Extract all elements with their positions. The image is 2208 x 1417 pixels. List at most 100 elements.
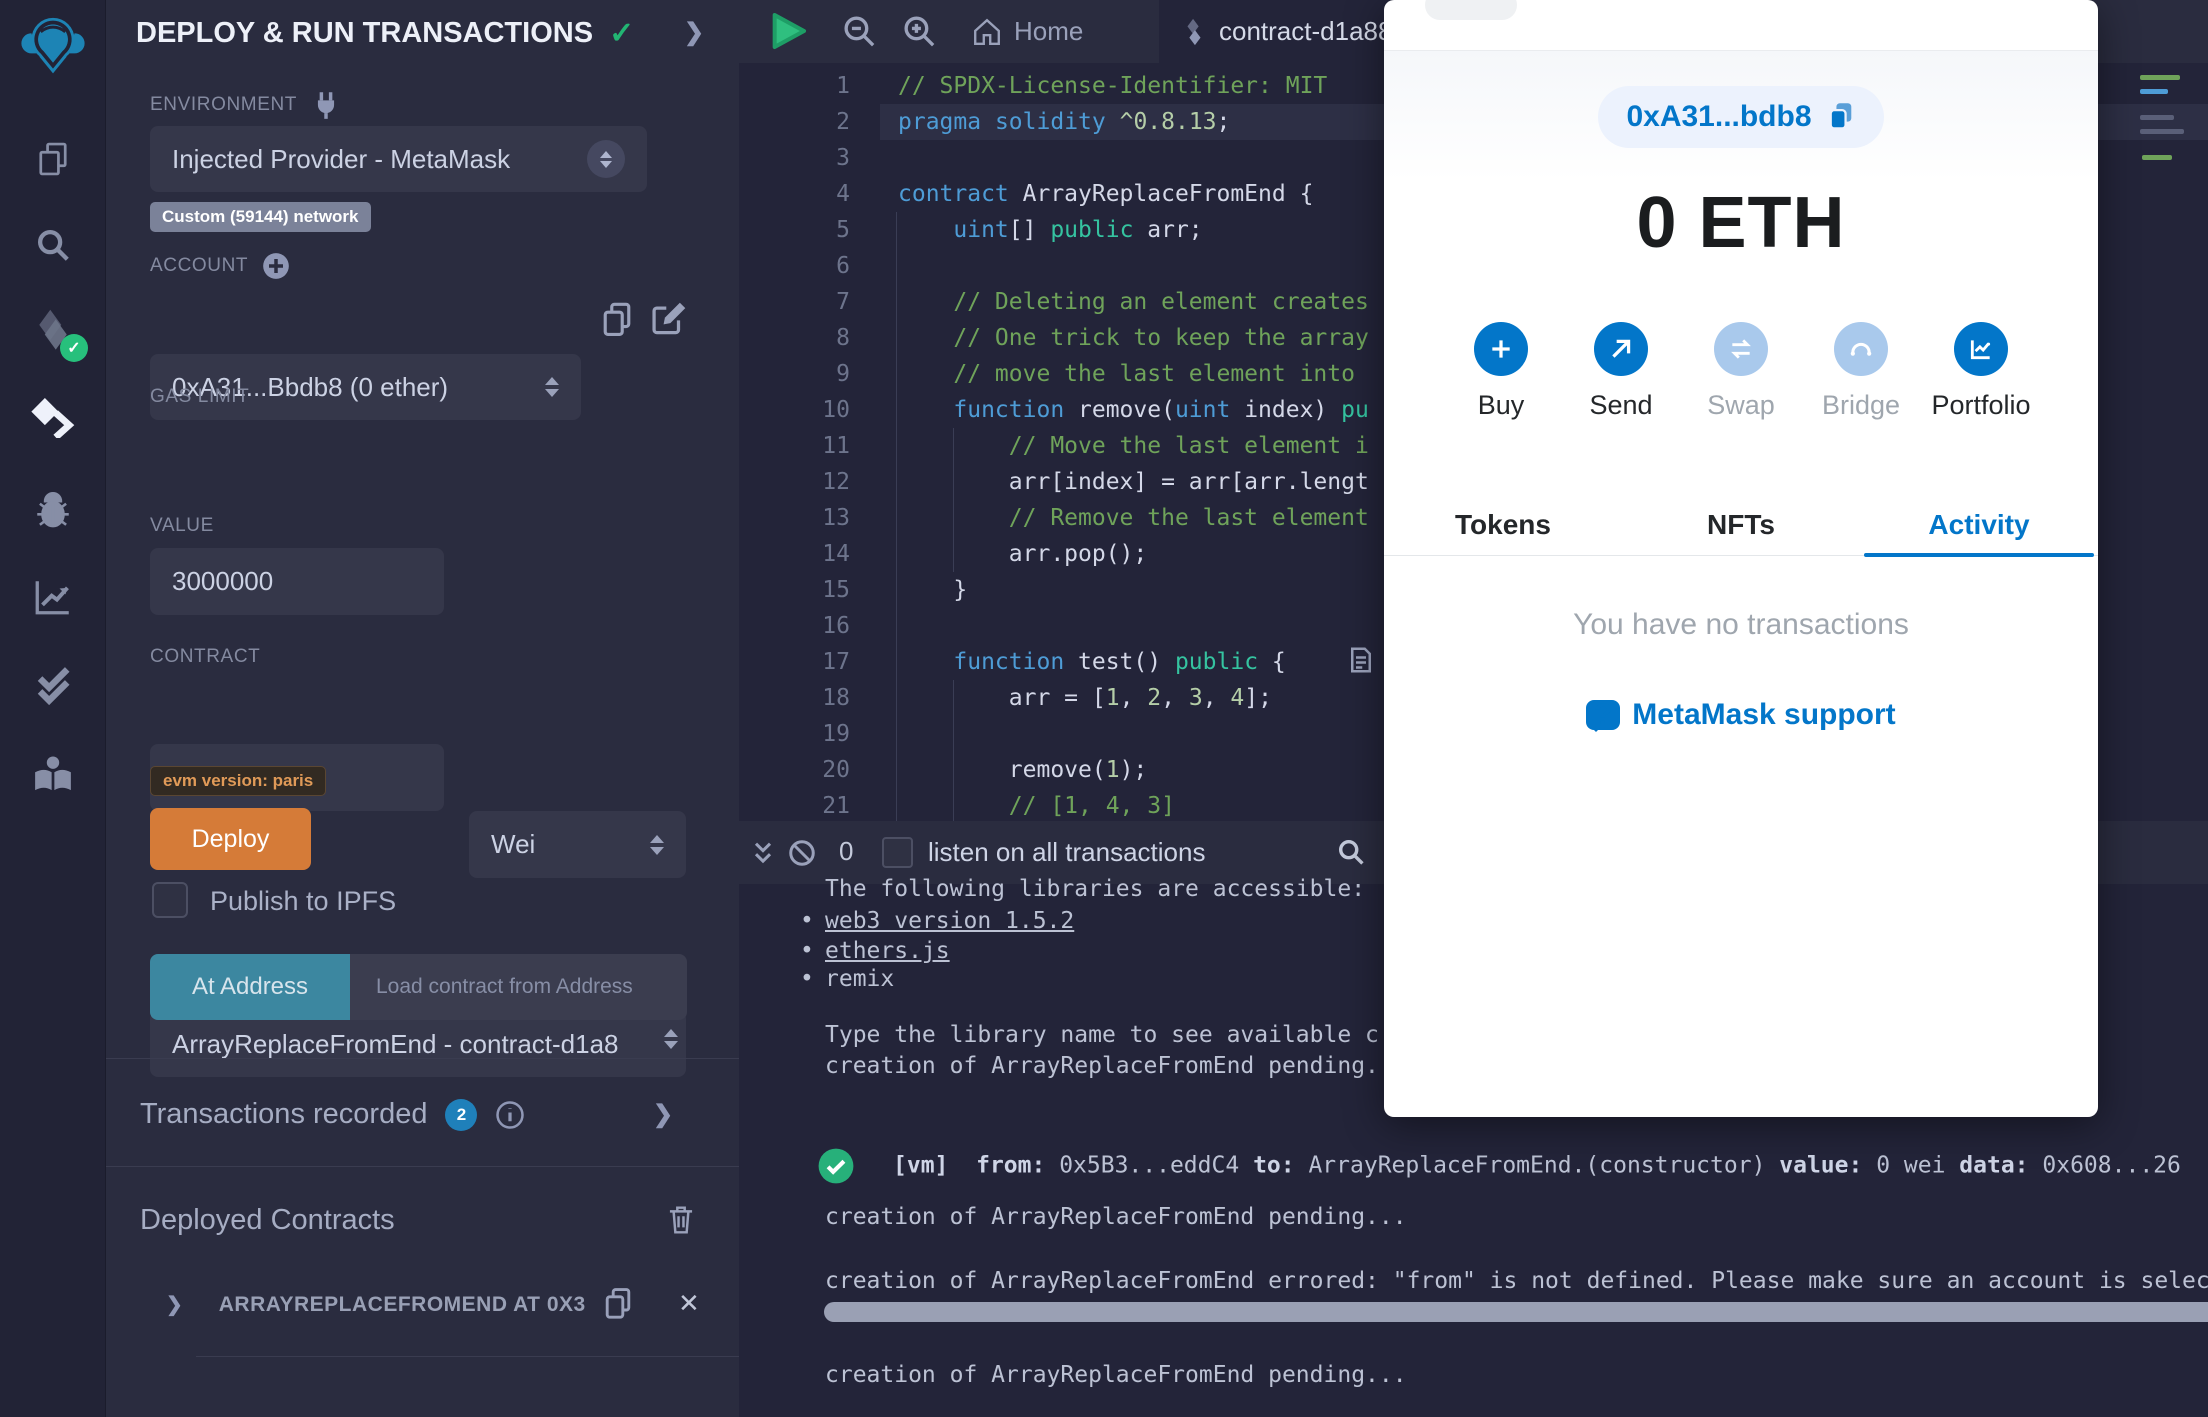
deployed-contracts-label: Deployed Contracts [140, 1204, 395, 1236]
bridge-icon [1834, 322, 1888, 376]
expand-terminal-icon[interactable] [749, 839, 777, 867]
transactions-recorded-row[interactable]: Transactions recorded 2 [140, 1098, 525, 1131]
evm-version-badge: evm version: paris [150, 766, 327, 796]
publish-ipfs-checkbox[interactable] [152, 882, 188, 918]
environment-label-row: ENVIRONMENT [150, 90, 341, 120]
debugger-icon[interactable] [0, 474, 106, 544]
copy-contract-address-icon[interactable] [602, 1286, 634, 1322]
info-circle-icon[interactable] [495, 1100, 525, 1130]
buy-button[interactable]: Buy [1447, 322, 1555, 421]
page-title: DEPLOY & RUN TRANSACTIONS [136, 17, 594, 49]
terminal-line: creation of ArrayReplaceFromEnd pending.… [825, 1204, 1407, 1230]
account-address: 0xA31...bdb8 [1626, 100, 1812, 133]
popup-header-divider [1384, 50, 2098, 51]
plus-icon [1474, 322, 1528, 376]
learneth-icon[interactable] [0, 740, 106, 810]
copy-account-icon[interactable] [600, 300, 634, 340]
metamask-popup: 0xA31...bdb8 0 ETH Buy Send Swap Bridge … [1384, 0, 2098, 1117]
network-badge: Custom (59144) network [150, 202, 371, 232]
metamask-support-link[interactable]: ? MetaMask support [1384, 698, 2098, 732]
send-button[interactable]: Send [1567, 322, 1675, 421]
deploy-button[interactable]: Deploy [150, 808, 311, 870]
trash-icon[interactable] [666, 1204, 696, 1236]
add-account-icon[interactable] [262, 252, 290, 280]
action-buttons-row: Buy Send Swap Bridge Portfolio [1384, 322, 2098, 421]
copy-address-icon[interactable] [1826, 101, 1856, 133]
at-address-input[interactable]: Load contract from Address [350, 954, 687, 1020]
portfolio-button[interactable]: Portfolio [1927, 322, 2035, 421]
pending-tx-count: 0 [839, 836, 854, 866]
file-tab-label: contract-d1a881 [1219, 16, 1407, 46]
success-check-icon [818, 1148, 854, 1184]
minimap-mark [2140, 75, 2180, 80]
zoom-in-icon[interactable] [901, 13, 937, 49]
deployed-contract-label: ARRAYREPLACEFROMEND AT 0X3 [218, 1292, 586, 1316]
panel-title-row: DEPLOY & RUN TRANSACTIONS ✓ [136, 16, 634, 51]
asset-tabs: Tokens NFTs Activity [1384, 494, 2098, 557]
code-action-icon[interactable] [1347, 645, 1375, 675]
home-icon [974, 18, 1000, 45]
zoom-out-icon[interactable] [841, 13, 877, 49]
support-question-icon: ? [1586, 698, 1621, 732]
run-script-icon[interactable] [769, 11, 807, 51]
terminal-line: The following libraries are accessible: [825, 876, 1366, 902]
gas-limit-label: GAS LIMIT [150, 386, 250, 407]
minimap-mark [2140, 89, 2168, 94]
value-unit: Wei [491, 829, 536, 859]
at-address-button[interactable]: At Address [150, 954, 350, 1020]
environment-label: ENVIRONMENT [150, 94, 297, 115]
value-unit-select[interactable]: Wei [469, 811, 686, 878]
gas-limit-input[interactable] [172, 566, 422, 597]
value-label: VALUE [150, 515, 214, 536]
tab-nfts[interactable]: NFTs [1622, 494, 1860, 555]
solidity-compiler-icon[interactable]: ✓ [0, 294, 106, 364]
swap-button[interactable]: Swap [1687, 322, 1795, 421]
bridge-button[interactable]: Bridge [1807, 322, 1915, 421]
edit-account-icon[interactable] [650, 300, 688, 338]
account-address-pill[interactable]: 0xA31...bdb8 [1598, 86, 1884, 148]
terminal-search-icon[interactable] [1335, 836, 1367, 868]
terminal-line: Type the library name to see available c [825, 1022, 1379, 1048]
terminal-line: creation of ArrayReplaceFromEnd errored:… [825, 1268, 2208, 1294]
tab-tokens[interactable]: Tokens [1384, 494, 1622, 555]
swap-arrows-icon [1714, 322, 1768, 376]
title-check-icon: ✓ [609, 17, 635, 50]
file-explorer-icon[interactable] [0, 124, 106, 194]
contract-expand-chevron-icon[interactable]: ❯ [166, 1292, 183, 1317]
portfolio-label: Portfolio [1931, 390, 2031, 420]
home-tab-label: Home [1014, 16, 1084, 46]
publish-ipfs-label: Publish to IPFS [210, 886, 397, 916]
terminal-scrollbar[interactable] [824, 1302, 2208, 1322]
indent-guide [953, 428, 954, 572]
terminal-line[interactable]: • web3 version 1.5.2 [800, 908, 1074, 934]
bridge-label: Bridge [1821, 390, 1901, 420]
deployed-contract-row[interactable]: ❯ ARRAYREPLACEFROMEND AT 0X3 [166, 1292, 586, 1317]
terminal-line[interactable]: • ethers.js [800, 938, 950, 964]
contract-label: CONTRACT [150, 646, 261, 667]
environment-select[interactable]: Injected Provider - MetaMask [150, 126, 647, 192]
clear-console-icon[interactable] [787, 838, 817, 868]
minimap-mark [2140, 115, 2174, 120]
search-icon[interactable] [0, 210, 106, 280]
tab-home[interactable]: Home [952, 0, 1103, 63]
unit-testing-icon[interactable] [0, 650, 106, 720]
tab-activity[interactable]: Activity [1860, 494, 2098, 557]
minimap-mark [2140, 129, 2184, 134]
indent-guide [896, 212, 897, 821]
terminal-tx-line: [vm] from: 0x5B3...eddC4 to: ArrayReplac… [817, 1147, 2181, 1185]
deploy-run-icon[interactable] [0, 382, 106, 452]
indent-guide [953, 680, 954, 821]
terminal-line: creation of ArrayReplaceFromEnd pending.… [825, 1362, 1407, 1388]
environment-value: Injected Provider - MetaMask [172, 143, 511, 174]
contract-select[interactable]: ArrayReplaceFromEnd - contract-d1a8 [150, 1011, 686, 1077]
listen-transactions-checkbox[interactable] [882, 837, 913, 868]
transactions-expand-chevron-icon[interactable]: ❯ [653, 1100, 673, 1129]
deploy-run-panel: DEPLOY & RUN TRANSACTIONS ✓ ❯ ENVIRONMEN… [106, 0, 778, 1417]
transactions-count-badge: 2 [445, 1098, 478, 1131]
statistics-icon[interactable] [0, 562, 106, 632]
contract-updown-icon [664, 1029, 678, 1049]
remove-contract-icon[interactable]: ✕ [678, 1288, 700, 1319]
panel-expand-chevron-icon[interactable]: ❯ [684, 18, 704, 47]
listen-transactions-label: listen on all transactions [928, 837, 1206, 867]
remix-logo[interactable] [0, 6, 106, 76]
